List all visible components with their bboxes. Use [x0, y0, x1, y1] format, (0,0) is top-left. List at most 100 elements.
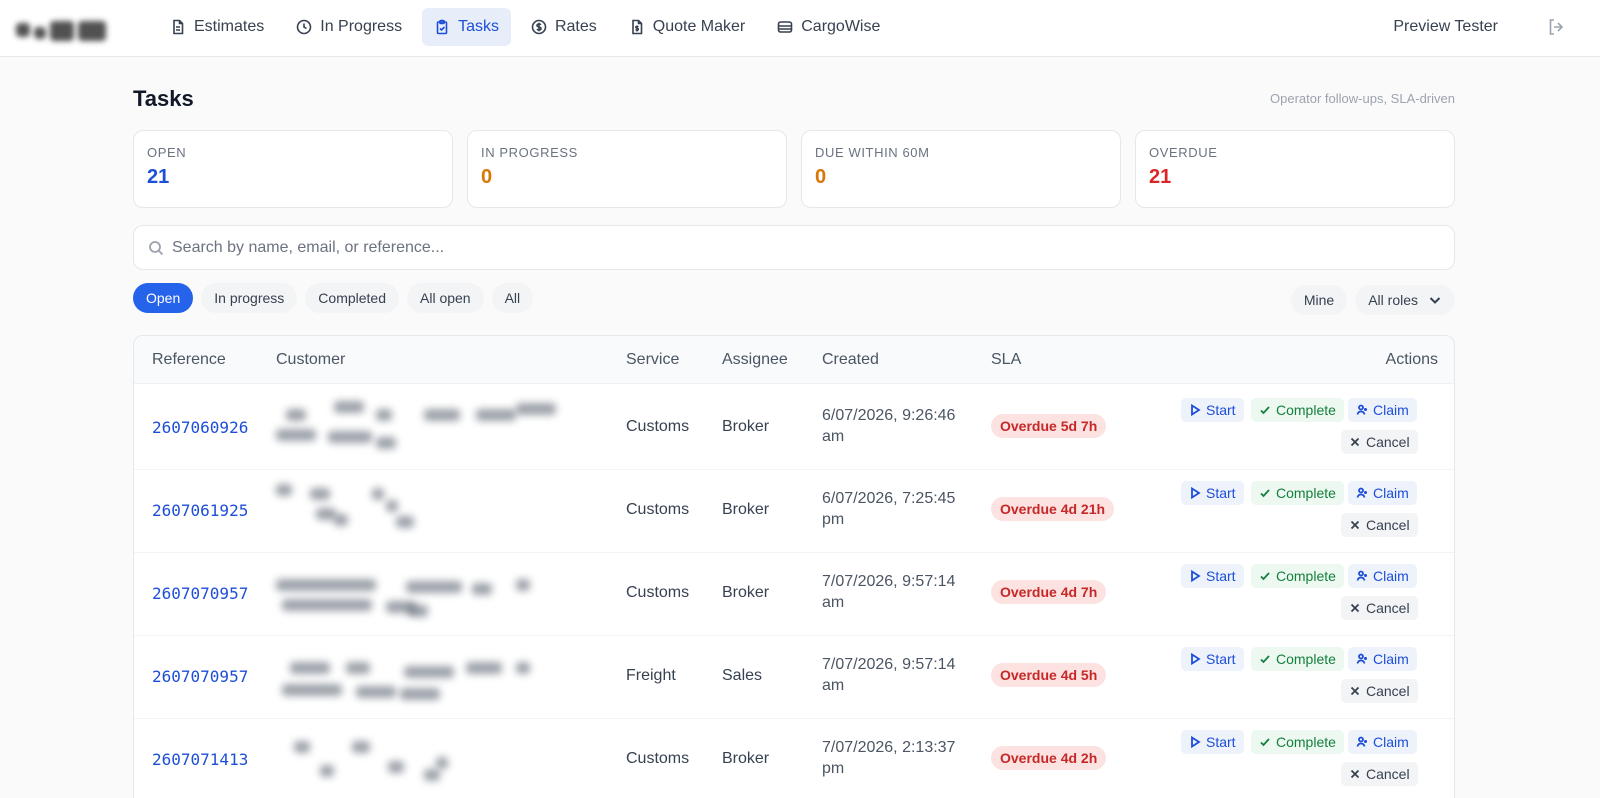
nav-tasks[interactable]: Tasks — [422, 8, 511, 46]
start-button[interactable]: Start — [1181, 481, 1244, 505]
complete-label: Complete — [1276, 651, 1336, 667]
sla-badge: Overdue 5d 7h — [991, 414, 1107, 438]
claim-label: Claim — [1373, 485, 1409, 501]
nav-estimates[interactable]: Estimates — [158, 8, 276, 46]
stat-card-due-soon: DUE WITHIN 60M 0 — [801, 130, 1121, 208]
filter-mine[interactable]: Mine — [1290, 285, 1348, 315]
play-icon — [1191, 653, 1201, 665]
assignee-cell: Broker — [722, 418, 770, 435]
user-plus-icon — [1356, 653, 1367, 664]
user-plus-icon — [1356, 404, 1367, 415]
complete-label: Complete — [1276, 402, 1336, 418]
cancel-button[interactable]: Cancel — [1341, 762, 1418, 786]
claim-button[interactable]: Claim — [1348, 730, 1417, 754]
complete-button[interactable]: Complete — [1251, 564, 1344, 588]
filter-in-progress[interactable]: In progress — [201, 283, 298, 313]
row-actions: Start Complete Claim Cancel — [1178, 730, 1438, 790]
search-input[interactable] — [172, 226, 1442, 269]
nav-label: Tasks — [458, 18, 499, 35]
logout-icon — [1549, 19, 1564, 35]
customer-redacted — [276, 731, 576, 789]
company-logo[interactable] — [14, 17, 110, 45]
cancel-label: Cancel — [1366, 683, 1410, 699]
reference-link[interactable]: 2607070957 — [152, 667, 248, 686]
header-assignee[interactable]: Assignee — [722, 351, 788, 369]
table-row[interactable]: 2607070957 Freight Sales 7/07/2026, 9:57:14… — [134, 634, 1454, 719]
close-icon — [1350, 437, 1360, 447]
header-reference[interactable]: Reference — [152, 351, 226, 369]
created-cell: 6/07/2026, 7:25:45 pm — [822, 490, 956, 528]
reference-link[interactable]: 2607070957 — [152, 584, 248, 603]
cancel-label: Cancel — [1366, 600, 1410, 616]
start-button[interactable]: Start — [1181, 564, 1244, 588]
file-dollar-icon — [631, 19, 643, 35]
check-icon — [1260, 406, 1270, 415]
user-plus-icon — [1356, 736, 1367, 747]
nav-menu: Estimates In Progress Tasks Rates Quote … — [158, 8, 892, 46]
customer-redacted — [276, 565, 576, 623]
claim-button[interactable]: Claim — [1348, 398, 1417, 422]
start-button[interactable]: Start — [1181, 730, 1244, 754]
claim-button[interactable]: Claim — [1348, 564, 1417, 588]
start-label: Start — [1206, 568, 1236, 584]
roles-select[interactable]: All roles — [1355, 285, 1455, 315]
cancel-button[interactable]: Cancel — [1341, 679, 1418, 703]
nav-label: Estimates — [194, 18, 265, 35]
dollar-icon — [531, 19, 547, 35]
filter-all-open[interactable]: All open — [407, 283, 484, 313]
table-row[interactable]: 2607071413 Customs Broker 7/07/2026, 2:13:3… — [134, 717, 1454, 798]
header-sla[interactable]: SLA — [991, 351, 1021, 369]
header-service[interactable]: Service — [626, 351, 679, 369]
assignee-cell: Sales — [722, 667, 763, 684]
database-icon — [777, 21, 793, 33]
cancel-button[interactable]: Cancel — [1341, 596, 1418, 620]
check-icon — [1260, 655, 1270, 664]
filter-completed[interactable]: Completed — [305, 283, 399, 313]
nav-cargowise[interactable]: CargoWise — [765, 8, 892, 46]
table-row[interactable]: 2607070957 Customs Broker 7/07/2026, 9:57:1… — [134, 551, 1454, 636]
stat-value: 21 — [147, 166, 170, 188]
filter-all[interactable]: All — [491, 283, 534, 313]
start-label: Start — [1206, 485, 1236, 501]
start-label: Start — [1206, 651, 1236, 667]
created-cell: 7/07/2026, 2:13:37 pm — [822, 739, 956, 777]
cancel-label: Cancel — [1366, 766, 1410, 782]
cancel-button[interactable]: Cancel — [1341, 513, 1418, 537]
search-icon — [149, 241, 164, 256]
table-row[interactable]: 2607060926 Customs Broker 6/07/2026, 9:26:4… — [134, 385, 1454, 470]
clipboard-icon — [436, 19, 448, 35]
claim-button[interactable]: Claim — [1348, 481, 1417, 505]
claim-label: Claim — [1373, 568, 1409, 584]
close-icon — [1350, 769, 1360, 779]
header-customer[interactable]: Customer — [276, 351, 345, 369]
play-icon — [1191, 570, 1201, 582]
complete-button[interactable]: Complete — [1251, 730, 1344, 754]
nav-in-progress[interactable]: In Progress — [284, 8, 414, 46]
table-row[interactable]: 2607061925 Customs Broker 6/07/2026, 7:25:4… — [134, 468, 1454, 553]
reference-link[interactable]: 2607071413 — [152, 750, 248, 769]
stat-value: 21 — [1149, 166, 1172, 188]
user-name[interactable]: Preview Tester — [1393, 18, 1498, 36]
header-created[interactable]: Created — [822, 351, 879, 369]
complete-button[interactable]: Complete — [1251, 647, 1344, 671]
cancel-button[interactable]: Cancel — [1341, 430, 1418, 454]
reference-link[interactable]: 2607061925 — [152, 501, 248, 520]
nav-quote-maker[interactable]: Quote Maker — [617, 8, 757, 46]
complete-button[interactable]: Complete — [1251, 398, 1344, 422]
status-filters: Open In progress Completed All open All — [133, 283, 534, 313]
filter-open[interactable]: Open — [133, 283, 194, 313]
customer-redacted — [276, 399, 576, 457]
created-cell: 6/07/2026, 9:26:46 am — [822, 407, 956, 445]
logout-button[interactable] — [1546, 17, 1568, 39]
start-button[interactable]: Start — [1181, 398, 1244, 422]
complete-button[interactable]: Complete — [1251, 481, 1344, 505]
reference-link[interactable]: 2607060926 — [152, 418, 248, 437]
service-cell: Customs — [626, 750, 690, 767]
claim-button[interactable]: Claim — [1348, 647, 1417, 671]
nav-rates[interactable]: Rates — [519, 8, 609, 46]
service-cell: Customs — [626, 418, 690, 435]
start-label: Start — [1206, 734, 1236, 750]
check-icon — [1260, 738, 1270, 747]
role-filters: Mine All roles — [1290, 285, 1455, 315]
start-button[interactable]: Start — [1181, 647, 1244, 671]
